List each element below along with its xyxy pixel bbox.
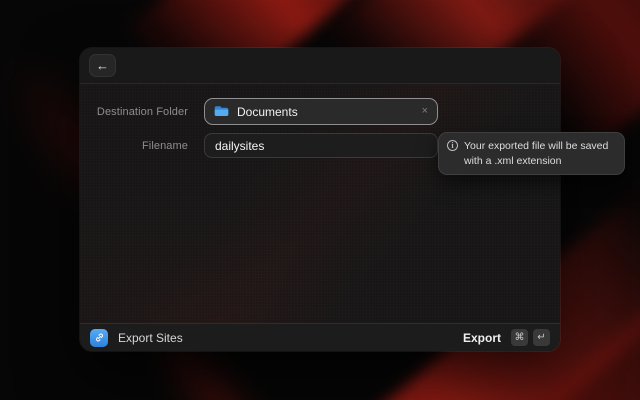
filename-row: Filename dailysites bbox=[80, 133, 438, 158]
export-action-button[interactable]: Export ⌘ ↵ bbox=[463, 329, 550, 346]
destination-folder-row: Destination Folder Documents × bbox=[80, 98, 438, 125]
export-sites-app-icon bbox=[90, 329, 108, 347]
command-key-icon: ⌘ bbox=[511, 329, 528, 346]
dialog-body: Destination Folder Documents × Filename … bbox=[80, 84, 560, 323]
xml-extension-tooltip: i Your exported file will be saved with … bbox=[438, 132, 625, 175]
link-icon bbox=[94, 332, 105, 343]
back-button[interactable]: ← bbox=[89, 54, 116, 77]
command-title: Export Sites bbox=[118, 331, 183, 345]
return-key-icon: ↵ bbox=[533, 329, 550, 346]
action-bar: Export Sites Export ⌘ ↵ bbox=[80, 323, 560, 351]
filename-label: Filename bbox=[80, 140, 188, 152]
destination-folder-label: Destination Folder bbox=[80, 106, 188, 118]
filename-input[interactable]: dailysites bbox=[204, 133, 438, 158]
export-action-label: Export bbox=[463, 331, 501, 345]
tooltip-text: Your exported file will be saved with a … bbox=[464, 139, 614, 168]
export-dialog-window: ← Destination Folder Documents × Filenam… bbox=[80, 48, 560, 351]
destination-folder-value: Documents bbox=[237, 105, 298, 119]
destination-folder-field[interactable]: Documents × bbox=[204, 98, 438, 125]
dialog-header: ← bbox=[80, 48, 560, 84]
info-icon: i bbox=[447, 140, 458, 151]
filename-value: dailysites bbox=[215, 139, 264, 153]
folder-icon bbox=[214, 105, 229, 118]
back-arrow-icon: ← bbox=[96, 59, 109, 72]
clear-folder-icon[interactable]: × bbox=[422, 106, 428, 117]
